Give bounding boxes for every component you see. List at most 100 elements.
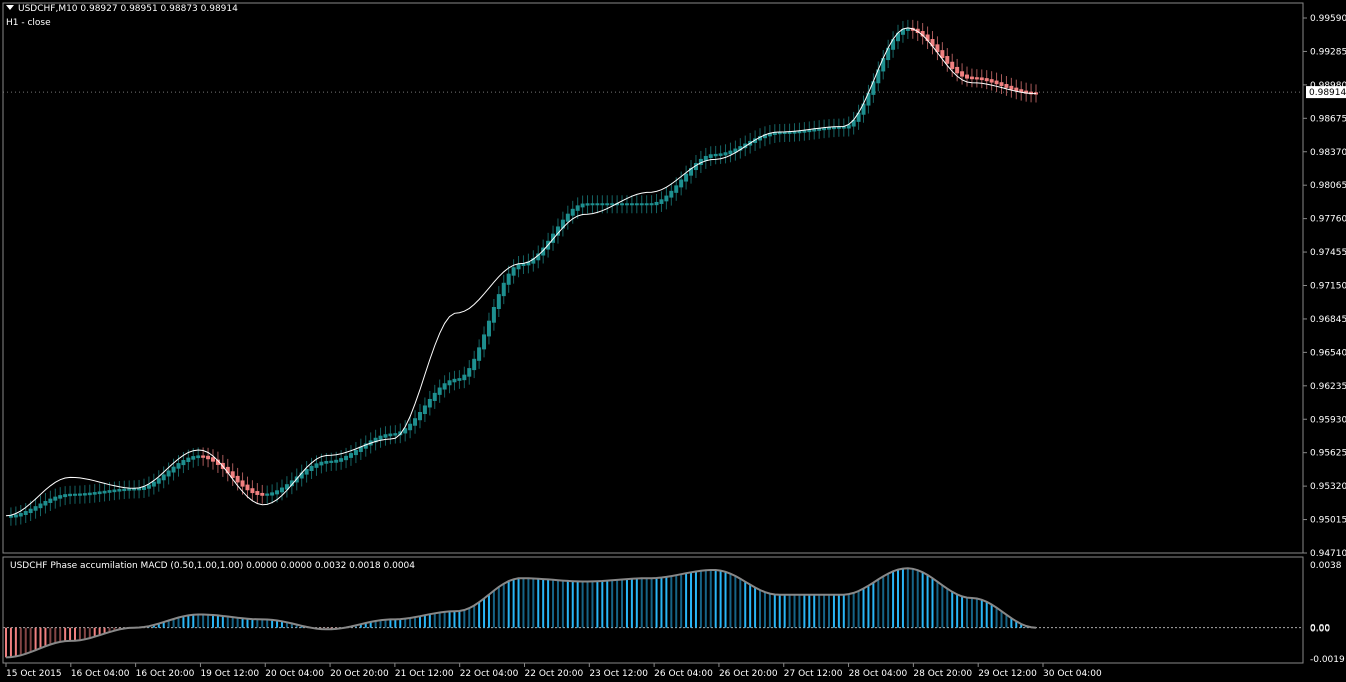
x-tick-label: 29 Oct 12:00 bbox=[978, 669, 1037, 679]
axes: 0.995900.992850.989800.986750.983700.980… bbox=[2, 2, 1346, 679]
bar-body bbox=[999, 82, 1004, 87]
bar-body bbox=[324, 460, 329, 464]
bar-body bbox=[383, 434, 388, 438]
bar-body bbox=[595, 203, 600, 206]
bar-body bbox=[472, 358, 477, 371]
bar-body bbox=[58, 495, 63, 499]
bar-body bbox=[353, 449, 358, 456]
sub-y-tick-label: 0.00 bbox=[1310, 625, 1330, 635]
bar-body bbox=[102, 490, 107, 494]
bar-body bbox=[437, 387, 442, 395]
bar-body bbox=[570, 208, 575, 216]
bar-body bbox=[442, 383, 447, 390]
bar-body bbox=[649, 203, 654, 206]
bar-body bbox=[974, 77, 979, 80]
bar-body bbox=[659, 199, 664, 204]
bar-body bbox=[979, 77, 984, 81]
bar-body bbox=[334, 459, 339, 463]
y-tick-label: 0.98675 bbox=[1310, 114, 1346, 124]
bar-body bbox=[654, 201, 659, 206]
x-tick-label: 26 Oct 20:00 bbox=[719, 669, 778, 679]
bar-body bbox=[718, 153, 723, 156]
bar-body bbox=[955, 66, 960, 74]
bar-body bbox=[388, 433, 393, 437]
bar-body bbox=[92, 492, 97, 495]
close-series-label: H1 - close bbox=[6, 18, 51, 28]
bar-body bbox=[13, 514, 18, 518]
y-tick-label: 0.95015 bbox=[1310, 516, 1346, 526]
x-tick-label: 27 Oct 12:00 bbox=[784, 669, 843, 679]
bar-body bbox=[467, 368, 472, 377]
bar-body bbox=[117, 489, 122, 492]
bar-body bbox=[279, 487, 284, 493]
bar-body bbox=[516, 263, 521, 270]
bar-body bbox=[629, 203, 634, 206]
main-frame bbox=[2, 2, 1304, 554]
main-price-panel bbox=[3, 19, 1303, 526]
x-tick-label: 15 Oct 2015 bbox=[6, 669, 62, 679]
macd-panel bbox=[3, 567, 1303, 659]
bar-body bbox=[580, 203, 585, 208]
bar-body bbox=[462, 374, 467, 381]
x-tick-label: 16 Oct 20:00 bbox=[136, 669, 195, 679]
bar-body bbox=[186, 457, 191, 463]
bar-body bbox=[378, 435, 383, 440]
bar-body bbox=[171, 466, 176, 473]
y-tick-label: 0.94710 bbox=[1310, 549, 1346, 559]
bar-body bbox=[482, 334, 487, 350]
bar-body bbox=[127, 488, 132, 491]
bar-body bbox=[151, 481, 156, 487]
bar-body bbox=[28, 508, 33, 514]
bar-body bbox=[965, 74, 970, 79]
bar-body bbox=[240, 480, 245, 487]
x-tick-label: 20 Oct 04:00 bbox=[265, 669, 324, 679]
bar-body bbox=[181, 460, 186, 466]
y-tick-label: 0.95320 bbox=[1310, 482, 1346, 492]
bar-body bbox=[565, 213, 570, 222]
y-tick-label: 0.96235 bbox=[1310, 382, 1346, 392]
bar-body bbox=[339, 458, 344, 462]
bar-body bbox=[575, 205, 580, 211]
x-tick-label: 19 Oct 12:00 bbox=[200, 669, 259, 679]
y-tick-label: 0.97150 bbox=[1310, 282, 1346, 292]
bar-body bbox=[984, 78, 989, 82]
bar-body bbox=[960, 71, 965, 77]
bar-body bbox=[679, 179, 684, 188]
current-price-label: 0.98914 bbox=[1309, 88, 1346, 98]
bar-body bbox=[265, 493, 270, 496]
bar-body bbox=[304, 468, 309, 475]
x-tick-label: 22 Oct 20:00 bbox=[525, 669, 584, 679]
bar-body bbox=[491, 307, 496, 323]
bar-body bbox=[245, 484, 250, 491]
symbol-header: USDCHF,M10 0.98927 0.98951 0.98873 0.989… bbox=[6, 4, 238, 14]
bar-body bbox=[112, 489, 117, 493]
x-tick-label: 28 Oct 20:00 bbox=[913, 669, 972, 679]
bar-body bbox=[585, 203, 590, 206]
bar-body bbox=[501, 282, 506, 297]
bar-body bbox=[950, 61, 955, 69]
bar-body bbox=[945, 56, 950, 64]
bar-body bbox=[624, 203, 629, 206]
bar-body bbox=[664, 195, 669, 202]
bar-body bbox=[319, 461, 324, 466]
collapse-triangle-icon[interactable] bbox=[6, 5, 14, 10]
bar-body bbox=[994, 80, 999, 85]
bar-body bbox=[422, 405, 427, 415]
bar-body bbox=[605, 203, 610, 206]
bar-body bbox=[496, 294, 501, 310]
y-tick-label: 0.96540 bbox=[1310, 348, 1346, 358]
bar-body bbox=[18, 512, 23, 517]
x-tick-label: 28 Oct 04:00 bbox=[849, 669, 908, 679]
bar-body bbox=[107, 490, 112, 493]
bar-body bbox=[417, 412, 422, 421]
bar-body bbox=[644, 203, 649, 206]
sub-frame bbox=[2, 556, 1304, 664]
bar-body bbox=[871, 81, 876, 95]
bar-body bbox=[53, 496, 58, 501]
histogram-outline bbox=[5, 567, 1037, 659]
bar-body bbox=[166, 470, 171, 477]
x-tick-label: 21 Oct 12:00 bbox=[395, 669, 454, 679]
bar-body bbox=[314, 463, 319, 468]
x-tick-label: 30 Oct 04:00 bbox=[1043, 669, 1102, 679]
bar-body bbox=[457, 378, 462, 381]
